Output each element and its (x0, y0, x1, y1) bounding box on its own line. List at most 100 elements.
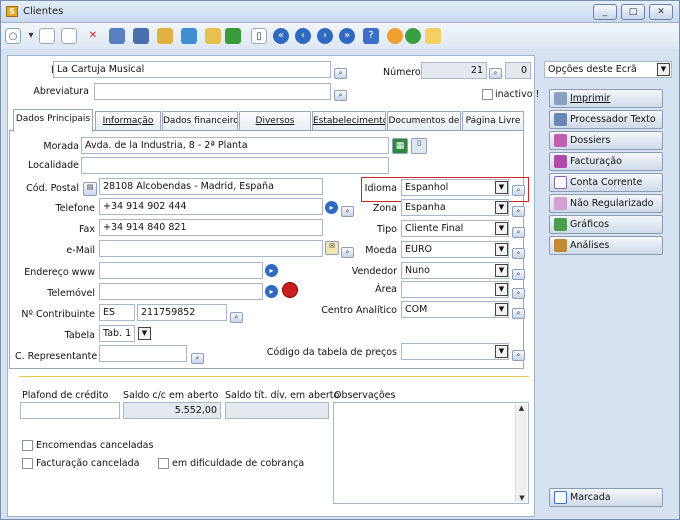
encomendas-checkbox[interactable] (22, 440, 33, 451)
help-icon[interactable]: ? (363, 28, 379, 44)
centro-lookup-icon[interactable]: ⌕ (512, 308, 525, 319)
zona-lookup-icon[interactable]: ⌕ (512, 206, 525, 217)
export-icon[interactable] (225, 28, 241, 44)
idioma-select[interactable]: Espanhol (401, 179, 509, 196)
edit-icon[interactable] (109, 28, 125, 44)
idioma-dropdown-icon[interactable]: ▼ (495, 181, 508, 194)
first-record-icon[interactable]: « (273, 28, 289, 44)
observacoes-textarea[interactable] (333, 402, 529, 504)
area-dropdown-icon[interactable]: ▼ (495, 283, 508, 296)
postal-lookup-icon[interactable]: ▤ (83, 182, 97, 196)
contribuinte-country-input[interactable]: ES (99, 304, 135, 321)
tab-diversos[interactable]: Diversos (239, 111, 311, 131)
numero-input[interactable]: 21 (421, 62, 487, 79)
sms-icon[interactable] (282, 282, 298, 298)
previous-record-icon[interactable]: ‹ (295, 28, 311, 44)
vendedor-select[interactable]: Nuno (401, 262, 509, 279)
telemovel-input[interactable] (99, 283, 263, 300)
observacoes-scrollbar[interactable]: ▲ ▼ (515, 404, 527, 502)
idioma-lookup-icon[interactable]: ⌕ (512, 185, 525, 196)
moeda-select[interactable]: EURO (401, 241, 509, 258)
dial-phone-icon[interactable]: ▸ (325, 201, 338, 214)
moeda-dropdown-icon[interactable]: ▼ (495, 243, 508, 256)
tipo-lookup-icon[interactable]: ⌕ (512, 227, 525, 238)
vendedor-dropdown-icon[interactable]: ▼ (495, 264, 508, 277)
analises-button[interactable]: Análises (549, 236, 663, 255)
nome-input[interactable]: La Cartuja Musical (53, 61, 331, 78)
copy-document-icon[interactable] (61, 28, 77, 44)
delete-icon[interactable]: ✕ (85, 28, 101, 44)
numero-sub-input[interactable]: 0 (505, 62, 531, 79)
www-input[interactable] (99, 262, 263, 279)
dial-mobile-icon[interactable]: ▸ (265, 285, 278, 298)
area-lookup-icon[interactable]: ⌕ (512, 288, 525, 299)
options-dropdown-icon[interactable]: ▼ (657, 63, 670, 76)
search-icon[interactable]: ○ (5, 28, 21, 44)
tab-documentos[interactable]: Documentos de (387, 111, 461, 131)
plafond-input[interactable] (20, 402, 120, 419)
dificuldade-checkbox[interactable] (158, 458, 169, 469)
minimize-button[interactable]: _ (593, 4, 617, 20)
address-map-icon[interactable]: ▦ (392, 138, 408, 154)
zona-dropdown-icon[interactable]: ▼ (495, 201, 508, 214)
tab-dados-financeiro[interactable]: Dados financeiro (162, 111, 238, 131)
send-email-icon[interactable]: ✉ (325, 241, 339, 255)
folder-icon[interactable] (157, 28, 173, 44)
tab-dados-principais[interactable]: Dados Principais (13, 109, 93, 132)
nome-lookup-icon[interactable]: ⌕ (334, 68, 347, 79)
options-select[interactable]: Opções deste Ecrã (544, 61, 672, 78)
centro-dropdown-icon[interactable]: ▼ (495, 303, 508, 316)
dossiers-button[interactable]: Dossiers (549, 131, 663, 150)
tab-informacao[interactable]: Informação (95, 111, 161, 131)
orange-tool-icon[interactable] (387, 28, 403, 44)
sphere-icon[interactable] (181, 28, 197, 44)
tipo-select[interactable]: Cliente Final (401, 220, 509, 237)
representante-lookup-icon[interactable]: ⌕ (191, 353, 204, 364)
open-website-icon[interactable]: ▸ (265, 264, 278, 277)
moeda-lookup-icon[interactable]: ⌕ (512, 248, 525, 259)
address-book-icon[interactable]: ▯ (411, 138, 427, 154)
localidade-input[interactable] (81, 157, 389, 174)
email-input[interactable] (99, 240, 323, 257)
telefone-input[interactable]: +34 914 902 444 (99, 198, 323, 215)
centro-select[interactable]: COM (401, 301, 509, 318)
facturacao-cancelada-checkbox[interactable] (22, 458, 33, 469)
zona-select[interactable]: Espanha (401, 199, 509, 216)
abreviatura-lookup-icon[interactable]: ⌕ (334, 90, 347, 101)
area-select[interactable] (401, 281, 509, 298)
codigo-tabela-lookup-icon[interactable]: ⌕ (512, 350, 525, 361)
preview-icon[interactable]: ▯ (251, 28, 267, 44)
inactivo-checkbox[interactable] (482, 89, 493, 100)
last-record-icon[interactable]: » (339, 28, 355, 44)
numero-lookup-icon[interactable]: ⌕ (489, 68, 502, 79)
representante-input[interactable] (99, 345, 187, 362)
processador-texto-button[interactable]: Processador Texto (549, 110, 663, 129)
tab-estabelecimentos[interactable]: Estabelecimentos (312, 111, 386, 131)
conta-corrente-button[interactable]: Conta Corrente (549, 173, 663, 192)
new-document-icon[interactable] (39, 28, 55, 44)
contribuinte-input[interactable]: 211759852 (137, 304, 227, 321)
refresh-icon[interactable] (405, 28, 421, 44)
notes-icon[interactable] (425, 28, 441, 44)
tipo-dropdown-icon[interactable]: ▼ (495, 222, 508, 235)
maximize-button[interactable]: □ (621, 4, 645, 20)
grid-icon[interactable] (133, 28, 149, 44)
tabela-select[interactable]: Tab. 1 (99, 325, 135, 342)
cod-postal-input[interactable]: 28108 Alcobendas - Madrid, España (99, 178, 323, 195)
close-button[interactable]: ✕ (649, 4, 673, 20)
codigo-tabela-dropdown-icon[interactable]: ▼ (495, 345, 508, 358)
marcada-button[interactable]: Marcada (549, 488, 663, 507)
tab-pagina-livre[interactable]: Página Livre (462, 111, 524, 131)
fax-input[interactable]: +34 914 840 821 (99, 219, 323, 236)
codigo-tabela-select[interactable] (401, 343, 509, 360)
dropdown-arrow-icon[interactable]: ▾ (23, 28, 39, 44)
morada-input[interactable]: Avda. de la Industria, 8 - 2ª Planta (81, 137, 389, 154)
vendedor-lookup-icon[interactable]: ⌕ (512, 269, 525, 280)
nao-regularizado-button[interactable]: Não Regularizado (549, 194, 663, 213)
tabela-dropdown-icon[interactable]: ▼ (138, 327, 151, 340)
contribuinte-lookup-icon[interactable]: ⌕ (230, 312, 243, 323)
mail-icon[interactable] (205, 28, 221, 44)
next-record-icon[interactable]: › (317, 28, 333, 44)
abreviatura-input[interactable] (94, 83, 331, 100)
imprimir-button[interactable]: Imprimir (549, 89, 663, 108)
